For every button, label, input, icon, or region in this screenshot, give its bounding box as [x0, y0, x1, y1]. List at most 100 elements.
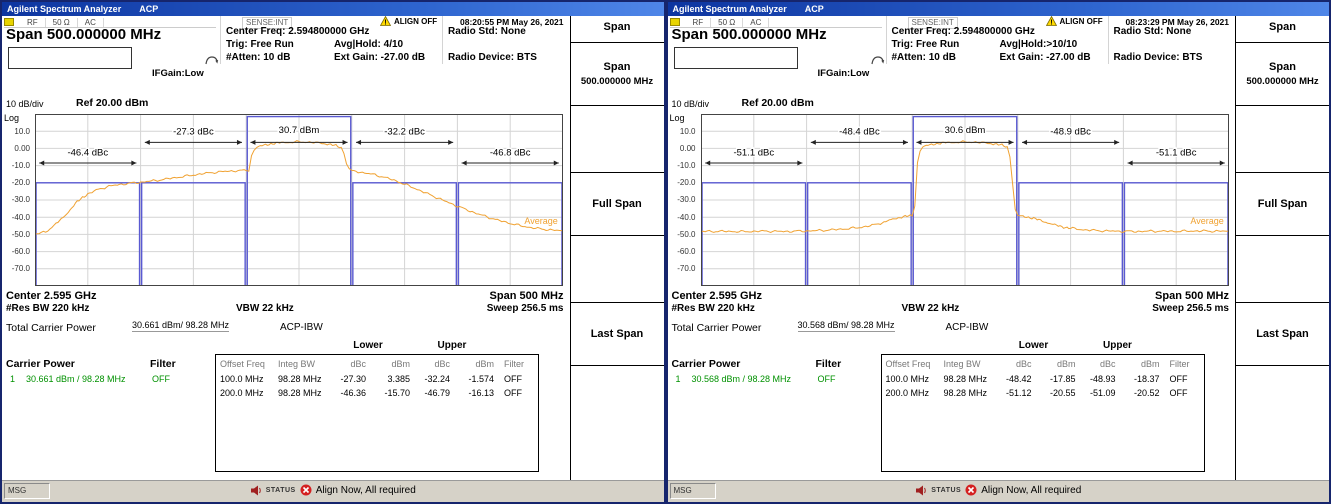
error-icon: [965, 484, 977, 496]
column-header-integ-bw: Integ BW: [278, 359, 328, 369]
radio-std-readout: Radio Std: None: [1114, 26, 1192, 37]
center-freq-readout: Center Freq: 2.594800000 GHz: [892, 26, 1035, 37]
y-axis-tick: -20.0: [12, 178, 30, 187]
scale-readout: 10 dB/div: [672, 99, 710, 109]
svg-text:-46.4 dBc: -46.4 dBc: [67, 147, 108, 158]
filter-header: Filter: [816, 358, 842, 370]
svg-text:-51.1 dBc: -51.1 dBc: [1155, 147, 1196, 158]
ifgain-readout: IFGain:Low: [152, 68, 204, 79]
cell: -46.36: [328, 388, 366, 398]
cell: 98.28 MHz: [944, 388, 994, 398]
softkey-menu: Span Span 500.000000 MHz Full Span Last …: [1235, 16, 1329, 480]
softkey-span[interactable]: Span 500.000000 MHz: [1236, 42, 1329, 106]
warning-icon: !: [1046, 16, 1057, 26]
column-header-lower-dbc: dBc: [994, 359, 1032, 369]
status-cluster: STATUS Align Now, All required: [668, 484, 1330, 496]
status-cluster: STATUS Align Now, All required: [2, 484, 664, 496]
column-header-filter: Filter: [1170, 359, 1200, 369]
cell: -15.70: [368, 388, 410, 398]
input-indicator-chip: [4, 18, 14, 26]
y-axis-tick: -50.0: [12, 230, 30, 239]
divider: [1108, 16, 1109, 64]
app-title: Agilent Spectrum Analyzer: [7, 4, 121, 14]
align-label: ALIGN OFF: [1060, 17, 1103, 26]
active-function-entry: [674, 47, 798, 69]
measurement-mode-label: ACP-IBW: [280, 322, 323, 333]
divider: [220, 16, 221, 64]
softkey-span-value: 500.000000 MHz: [581, 76, 653, 87]
y-axis-tick: -40.0: [677, 213, 695, 222]
status-label: STATUS: [931, 487, 961, 494]
span-footer-readout: Span 500 MHz: [490, 290, 564, 302]
active-function-entry: [8, 47, 132, 69]
speaker-icon: [250, 485, 262, 496]
carrier-row-value: 30.568 dBm / 98.28 MHz: [692, 374, 792, 384]
softkey-menu-title: Span: [1236, 21, 1329, 33]
center-footer-readout: Center 2.595 GHz: [6, 290, 96, 302]
column-header-offset-freq: Offset Freq: [886, 359, 940, 369]
sweep-readout: Sweep 256.5 ms: [487, 303, 564, 314]
cell: OFF: [1170, 388, 1200, 398]
sweep-readout: Sweep 256.5 ms: [1152, 303, 1229, 314]
ifgain-readout: IFGain:Low: [818, 68, 870, 79]
carrier-row-filter: OFF: [152, 374, 170, 384]
y-axis: 10.0 0.00 -10.0 -20.0 -30.0 -40.0 -50.0 …: [668, 114, 698, 286]
svg-text:-48.9 dBc: -48.9 dBc: [1050, 127, 1091, 138]
span-footer-readout: Span 500 MHz: [1155, 290, 1229, 302]
softkey-span[interactable]: Span 500.000000 MHz: [571, 42, 664, 106]
softkey-last-span[interactable]: Last Span: [1236, 302, 1329, 366]
atten-readout: #Atten: 10 dB: [226, 52, 290, 63]
y-axis: 10.0 0.00 -10.0 -20.0 -30.0 -40.0 -50.0 …: [2, 114, 32, 286]
softkey-full-span[interactable]: Full Span: [1236, 172, 1329, 236]
svg-text:30.7 dBm: 30.7 dBm: [279, 125, 320, 136]
cell: -48.42: [994, 374, 1032, 384]
ref-level-readout: Ref 20.00 dBm: [742, 97, 814, 109]
svg-text:Average: Average: [524, 216, 557, 226]
cell: 100.0 MHz: [886, 374, 940, 384]
carrier-power-header: Carrier Power: [6, 358, 75, 370]
autocouple-icon: [870, 54, 886, 69]
carrier-row-index: 1: [10, 374, 15, 384]
y-axis-tick: -60.0: [12, 247, 30, 256]
total-carrier-power-value: 30.661 dBm/ 98.28 MHz: [132, 320, 229, 332]
center-footer-readout: Center 2.595 GHz: [672, 290, 762, 302]
res-bw-readout: #Res BW 220 kHz: [672, 303, 755, 314]
filter-header: Filter: [150, 358, 176, 370]
avg-hold-readout: Avg|Hold:>10/10: [1000, 39, 1078, 50]
column-header-offset-freq: Offset Freq: [220, 359, 274, 369]
total-carrier-power-label: Total Carrier Power: [6, 322, 96, 334]
center-freq-readout: Center Freq: 2.594800000 GHz: [226, 26, 369, 37]
upper-group-header: Upper: [1077, 340, 1159, 351]
svg-text:-48.4 dBc: -48.4 dBc: [839, 127, 880, 138]
scale-readout: 10 dB/div: [6, 99, 44, 109]
align-warning: ! ALIGN OFF: [380, 16, 437, 26]
y-axis-tick: -10.0: [677, 161, 695, 170]
radio-device-readout: Radio Device: BTS: [448, 52, 537, 63]
cell: OFF: [504, 374, 534, 384]
column-header-filter: Filter: [504, 359, 534, 369]
cell: -51.12: [994, 388, 1032, 398]
svg-text:!: !: [1050, 19, 1052, 26]
status-bar: MSG STATUS Align Now, All required: [668, 480, 1330, 502]
vbw-readout: VBW 22 kHz: [902, 303, 960, 314]
status-message: Align Now, All required: [981, 485, 1081, 496]
softkey-span-label: Span: [604, 61, 631, 73]
divider: [442, 16, 443, 64]
ref-level-readout: Ref 20.00 dBm: [76, 97, 148, 109]
svg-text:30.6 dBm: 30.6 dBm: [944, 125, 985, 136]
lower-group-header: Lower: [327, 340, 409, 351]
titlebar: Agilent Spectrum Analyzer ACP: [668, 2, 1330, 16]
softkey-full-span[interactable]: Full Span: [571, 172, 664, 236]
status-message: Align Now, All required: [316, 485, 416, 496]
app-title: Agilent Spectrum Analyzer: [673, 4, 787, 14]
carrier-row-filter: OFF: [818, 374, 836, 384]
trigger-readout: Trig: Free Run: [226, 39, 294, 50]
cell: 200.0 MHz: [220, 388, 274, 398]
avg-hold-readout: Avg|Hold: 4/10: [334, 39, 403, 50]
softkey-last-span[interactable]: Last Span: [571, 302, 664, 366]
mode-title: ACP: [805, 4, 824, 14]
warning-icon: !: [380, 16, 391, 26]
spectrum-chart: Average-46.4 dBc-27.3 dBc30.7 dBm-32.2 d…: [35, 114, 563, 286]
column-header-upper-dbc: dBc: [412, 359, 450, 369]
cell: -27.30: [328, 374, 366, 384]
